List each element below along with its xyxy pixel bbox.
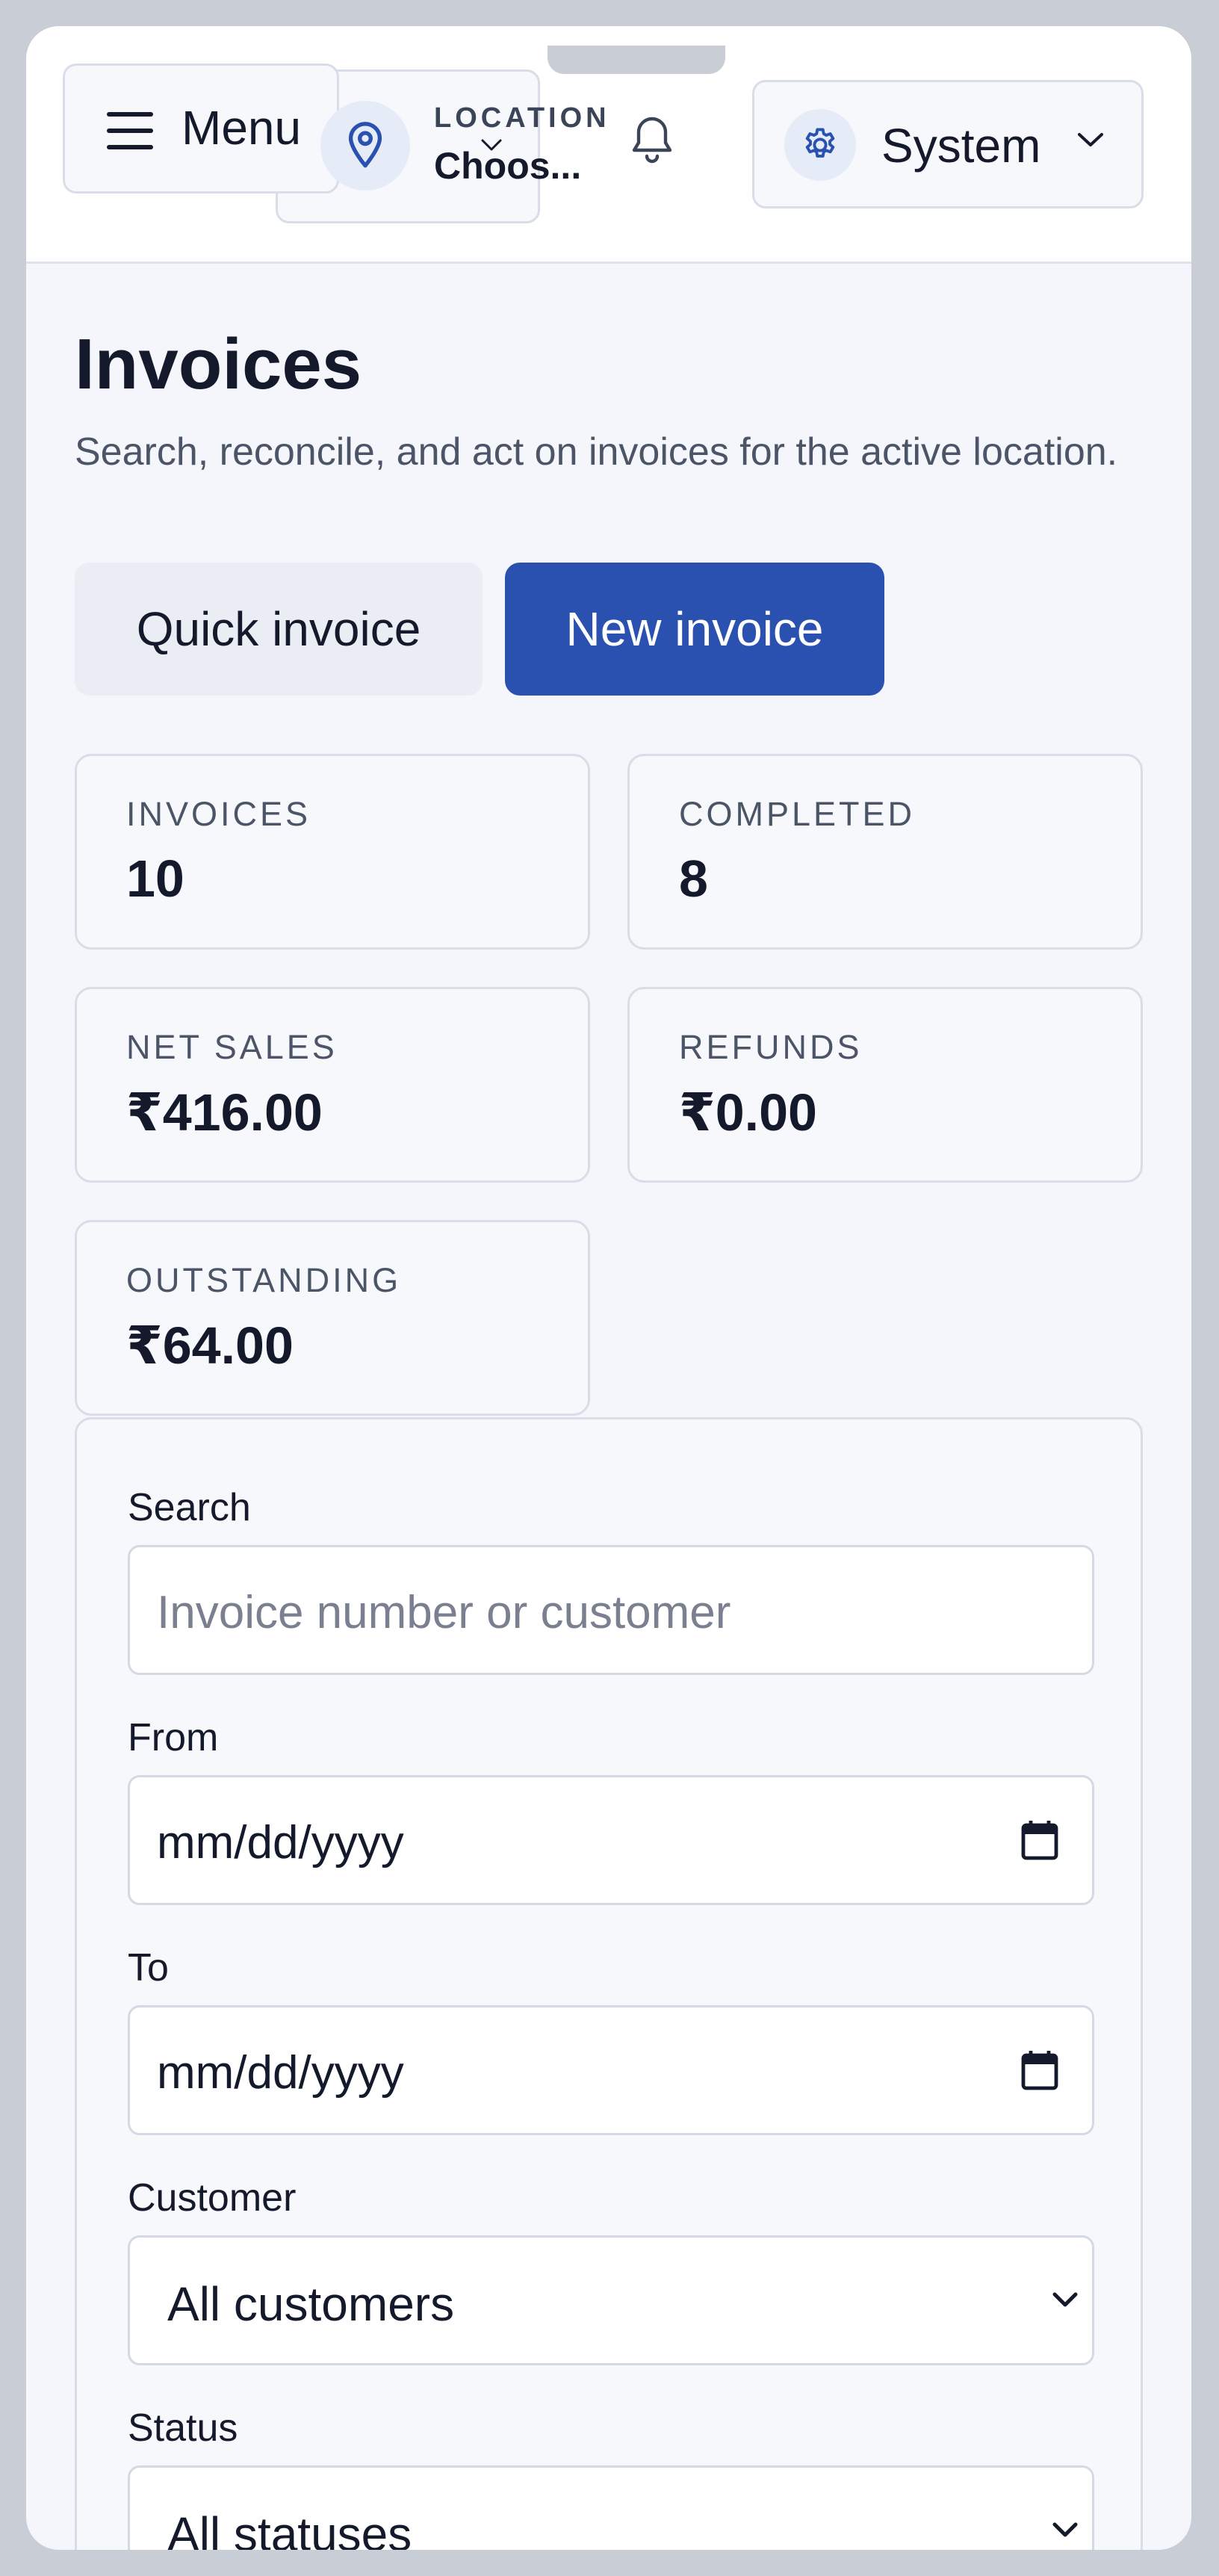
gear-icon xyxy=(784,109,856,181)
chevron-down-icon xyxy=(480,138,503,155)
system-label: System xyxy=(881,119,1041,173)
customer-label: Customer xyxy=(128,2176,297,2220)
from-date-input[interactable]: mm/dd/yyyy xyxy=(128,1775,1094,1905)
filter-panel: Search Invoice number or customer From m… xyxy=(75,1417,1143,2550)
hamburger-icon xyxy=(107,112,153,149)
menu-button[interactable]: Menu xyxy=(63,64,339,193)
status-label: Status xyxy=(128,2406,238,2450)
stat-label: INVOICES xyxy=(126,795,311,833)
page-subtitle: Search, reconcile, and act on invoices f… xyxy=(75,430,1118,474)
search-label: Search xyxy=(128,1486,251,1529)
from-label: From xyxy=(128,1716,219,1759)
location-caption: LOCATION xyxy=(434,102,610,134)
chevron-down-icon xyxy=(1050,2290,1080,2313)
customer-select[interactable]: All customers xyxy=(128,2235,1094,2365)
menu-label: Menu xyxy=(182,101,302,155)
stat-label: REFUNDS xyxy=(679,1028,863,1066)
page-title: Invoices xyxy=(75,324,362,404)
stat-value: ₹0.00 xyxy=(679,1083,817,1142)
to-label: To xyxy=(128,1946,169,1990)
status-select[interactable]: All statuses xyxy=(128,2465,1094,2550)
stat-label: NET SALES xyxy=(126,1028,338,1066)
stat-value: 8 xyxy=(679,849,708,908)
stat-value: ₹64.00 xyxy=(126,1316,294,1375)
stat-card-refunds: REFUNDS ₹0.00 xyxy=(627,987,1143,1183)
system-button[interactable]: System xyxy=(752,80,1144,208)
stat-card-completed: COMPLETED 8 xyxy=(627,754,1143,950)
stat-card-invoices: INVOICES 10 xyxy=(75,754,590,950)
calendar-icon[interactable] xyxy=(1020,1819,1059,1865)
search-placeholder: Invoice number or customer xyxy=(157,1587,731,1638)
chevron-down-icon xyxy=(1076,130,1105,153)
quick-invoice-button[interactable]: Quick invoice xyxy=(75,563,483,696)
device-frame: LOCATION Choos... Menu System Invoices S… xyxy=(0,0,1219,2576)
from-date-value: mm/dd/yyyy xyxy=(157,1817,404,1868)
stat-card-outstanding: OUTSTANDING ₹64.00 xyxy=(75,1220,590,1416)
stat-label: COMPLETED xyxy=(679,795,916,833)
customer-selected: All customers xyxy=(167,2277,455,2331)
stat-value: 10 xyxy=(126,849,184,908)
new-invoice-button[interactable]: New invoice xyxy=(505,563,884,696)
status-selected: All statuses xyxy=(167,2507,412,2550)
device-notch xyxy=(548,46,725,74)
app-screen: LOCATION Choos... Menu System Invoices S… xyxy=(26,26,1191,2550)
location-value[interactable]: Choos... xyxy=(434,144,621,188)
bell-icon[interactable] xyxy=(628,114,676,172)
search-input[interactable]: Invoice number or customer xyxy=(128,1545,1094,1675)
to-date-input[interactable]: mm/dd/yyyy xyxy=(128,2005,1094,2135)
stat-label: OUTSTANDING xyxy=(126,1261,402,1299)
stat-value: ₹416.00 xyxy=(126,1083,323,1142)
chevron-down-icon xyxy=(1050,2520,1080,2543)
calendar-icon[interactable] xyxy=(1020,2049,1059,2095)
to-date-value: mm/dd/yyyy xyxy=(157,2047,404,2099)
location-pin-icon xyxy=(320,101,410,191)
stat-card-net-sales: NET SALES ₹416.00 xyxy=(75,987,590,1183)
